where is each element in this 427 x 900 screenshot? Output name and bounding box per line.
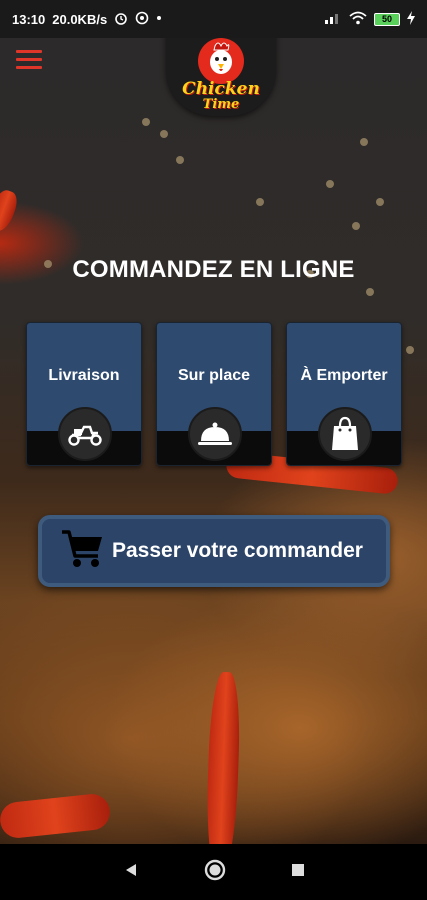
home-icon[interactable] [204, 859, 226, 886]
app-logo: Chicken Time [166, 30, 276, 116]
logo-wordmark: Chicken Time [166, 79, 276, 113]
back-icon[interactable] [123, 862, 139, 883]
network-speed: 20.0KB/s [52, 11, 108, 27]
recents-icon[interactable] [291, 863, 305, 882]
option-card-livraison[interactable]: Livraison [26, 322, 142, 466]
option-label-sur-place: Sur place [177, 367, 251, 384]
option-label-a-emporter: À Emporter [300, 367, 388, 384]
hamburger-menu-icon[interactable] [16, 50, 42, 70]
scooter-icon [58, 407, 112, 461]
battery-level: 50 [381, 14, 392, 24]
dot-icon [156, 11, 162, 28]
status-bar: 13:10 20.0KB/s 50 [0, 0, 427, 38]
whatsapp-icon [135, 11, 149, 28]
signal-icon [324, 11, 342, 28]
rooster-logo-icon [198, 38, 244, 84]
option-label-livraison: Livraison [48, 367, 120, 384]
option-card-a-emporter[interactable]: À Emporter [286, 322, 402, 466]
logo-subname: Time [202, 97, 240, 112]
system-navigation-bar [0, 844, 427, 900]
place-order-label: Passer votre commander [112, 539, 363, 562]
charging-icon [407, 10, 415, 28]
cloche-icon [188, 407, 242, 461]
battery-icon: 50 [374, 12, 400, 26]
app-screen: 13:10 20.0KB/s 50 Chicken Time COMMANDEZ… [0, 0, 427, 900]
shopping-bag-icon [318, 407, 372, 461]
alarm-icon [114, 11, 128, 28]
place-order-button[interactable]: Passer votre commander [38, 515, 390, 587]
wifi-icon [349, 11, 367, 28]
page-title: COMMANDEZ EN LIGNE [72, 256, 355, 283]
shopping-cart-icon [60, 528, 106, 575]
logo-name: Chicken [182, 79, 260, 99]
status-time: 13:10 [12, 11, 46, 27]
option-card-sur-place[interactable]: Sur place [156, 322, 272, 466]
